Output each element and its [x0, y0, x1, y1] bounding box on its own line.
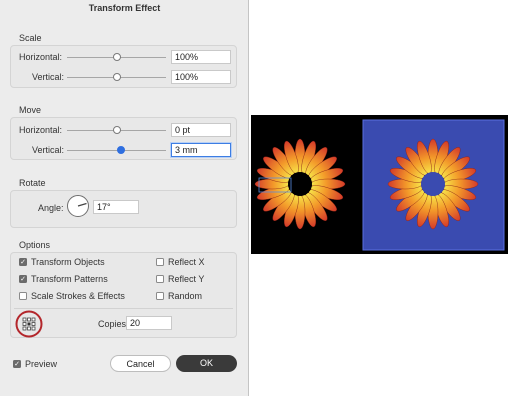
flower-center: [288, 172, 312, 196]
rotate-legend: Rotate: [19, 178, 46, 188]
transform-patterns-label: Transform Patterns: [31, 274, 108, 284]
rotate-panel: Angle: 17°: [10, 190, 237, 228]
angle-input[interactable]: 17°: [93, 200, 139, 214]
dialog-title: Transform Effect: [88, 3, 161, 13]
preview-checkbox[interactable]: ✓: [13, 360, 21, 368]
angle-dial-icon[interactable]: [66, 194, 90, 218]
reflect-y-checkbox[interactable]: [156, 275, 164, 283]
angle-label: Angle:: [38, 203, 64, 213]
move-legend: Move: [19, 105, 42, 115]
move-vertical-label: Vertical:: [32, 145, 65, 155]
scale-horizontal-input[interactable]: 100%: [171, 50, 231, 64]
move-horizontal-input[interactable]: 0 pt: [171, 123, 231, 137]
scale-vertical-input[interactable]: 100%: [171, 70, 231, 84]
scale-panel: Horizontal: 100% Vertical: 100%: [10, 45, 237, 88]
scale-strokes-checkbox[interactable]: [19, 292, 27, 300]
transform-objects-label: Transform Objects: [31, 257, 105, 267]
copies-input[interactable]: 20: [126, 316, 172, 330]
transform-objects-checkbox[interactable]: ✓: [19, 258, 27, 266]
move-panel: Horizontal: 0 pt Vertical: 3 mm: [10, 117, 237, 160]
transform-patterns-checkbox[interactable]: ✓: [19, 275, 27, 283]
scale-strokes-label: Scale Strokes & Effects: [31, 291, 125, 301]
move-vertical-input[interactable]: 3 mm: [171, 143, 231, 157]
scale-horizontal-label: Horizontal:: [19, 52, 63, 62]
scale-horizontal-slider-thumb[interactable]: [113, 53, 121, 61]
options-divider: [14, 308, 233, 309]
random-checkbox[interactable]: [156, 292, 164, 300]
random-label: Random: [168, 291, 203, 301]
move-horizontal-slider-thumb[interactable]: [113, 126, 121, 134]
options-legend: Options: [19, 240, 51, 250]
artwork-preview: [251, 115, 508, 254]
copies-label: Copies: [98, 319, 127, 329]
move-horizontal-label: Horizontal:: [19, 125, 63, 135]
scale-vertical-slider-thumb[interactable]: [113, 73, 121, 81]
cancel-button[interactable]: Cancel: [110, 355, 171, 372]
move-vertical-slider-thumb[interactable]: [117, 146, 125, 154]
ok-button[interactable]: OK: [176, 355, 237, 372]
scale-vertical-label: Vertical:: [32, 72, 65, 82]
transform-effect-dialog: Transform Effect Scale Horizontal: 100% …: [0, 0, 249, 396]
reflect-x-label: Reflect X: [168, 257, 205, 267]
reflect-x-checkbox[interactable]: [156, 258, 164, 266]
reference-point-locator-icon[interactable]: [15, 310, 43, 338]
reflect-y-label: Reflect Y: [168, 274, 205, 284]
preview-label: Preview: [25, 359, 58, 369]
scale-legend: Scale: [19, 33, 42, 43]
flower-center: [421, 172, 445, 196]
